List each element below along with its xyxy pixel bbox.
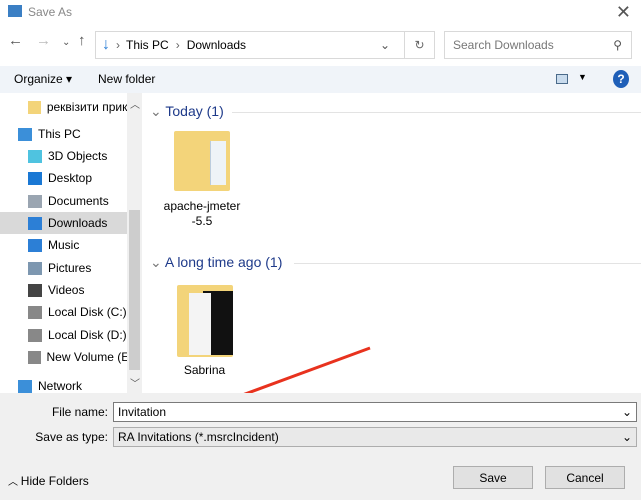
file-name-value: Invitation [118,405,167,419]
file-name-input[interactable]: Invitation ⌄ [113,402,637,422]
save-as-type-value: RA Invitations (*.msrcIncident) [118,430,279,444]
save-as-type-select[interactable]: RA Invitations (*.msrcIncident) ⌄ [113,427,637,447]
save-form: File name: Invitation ⌄ Save as type: RA… [0,393,641,500]
hide-folders-label: Hide Folders [20,474,89,488]
chevron-down-icon[interactable]: ⌄ [622,405,632,419]
chevron-up-icon: ︿ [8,477,21,488]
cancel-button[interactable]: Cancel [545,466,625,489]
save-button[interactable]: Save [453,466,533,489]
chevron-down-icon: ⌄ [621,430,632,444]
hide-folders-button[interactable]: ︿ Hide Folders [8,473,89,488]
save-as-type-label: Save as type: [35,430,108,444]
file-name-label: File name: [51,405,108,419]
